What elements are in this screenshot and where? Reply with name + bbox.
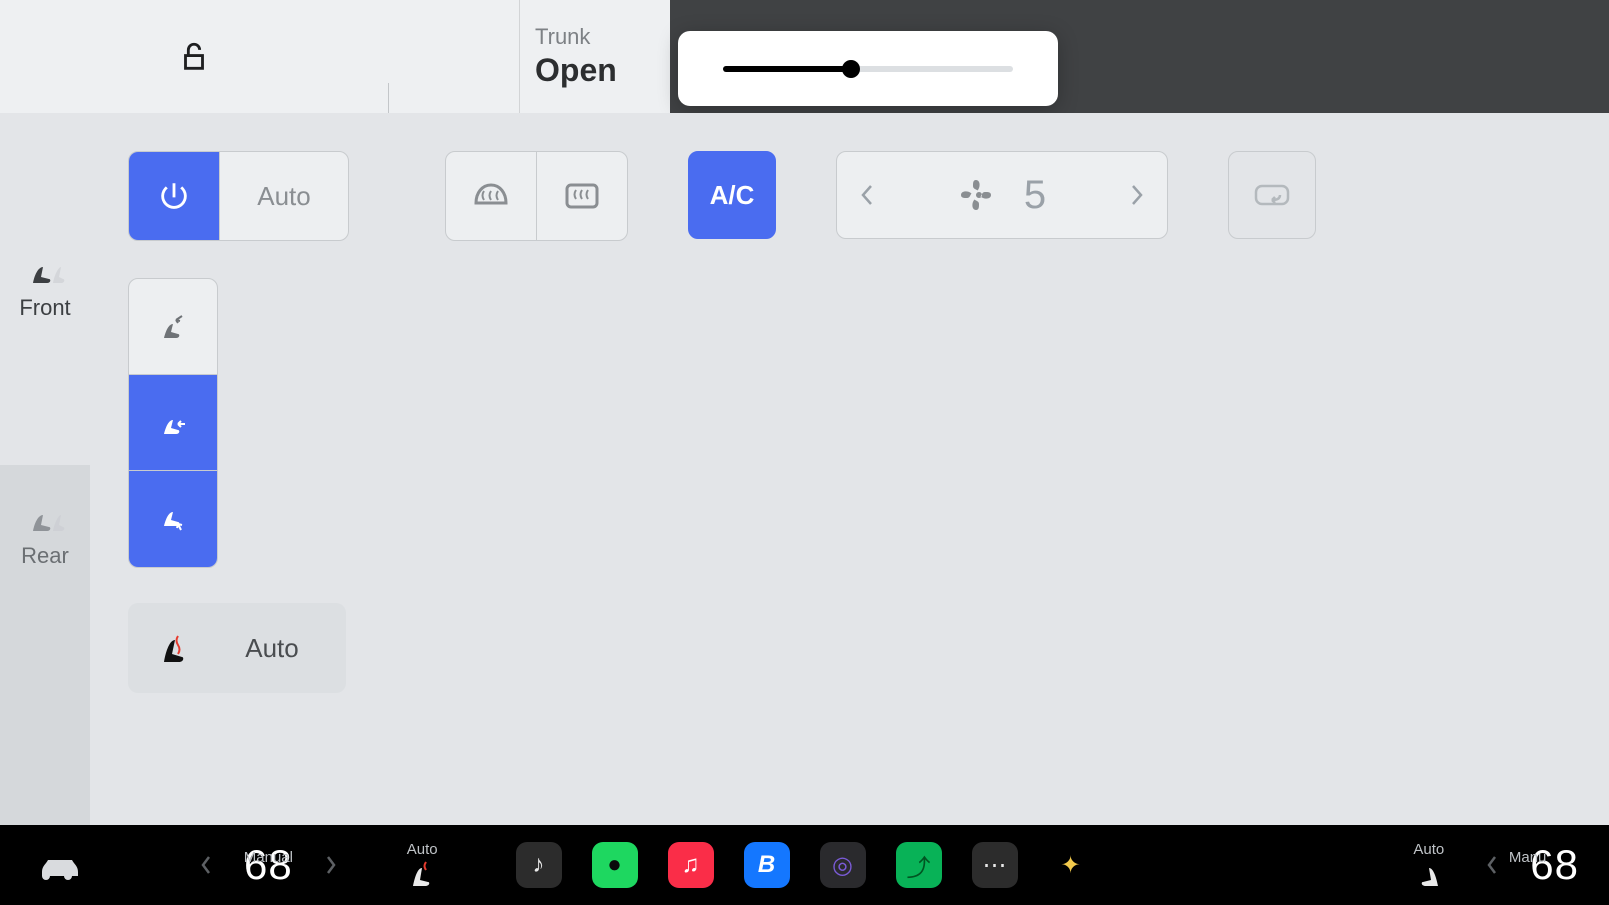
defrost-rear-button[interactable] (537, 152, 627, 240)
seat-heat-icon (409, 858, 435, 890)
seat-icon (1416, 858, 1442, 890)
defrost-front-icon (472, 179, 510, 213)
top-bar: Trunk Open (0, 0, 1609, 113)
climate-toolbar: Auto A/C (128, 151, 1609, 241)
app-bluetooth[interactable]: B (744, 842, 790, 888)
zone-rear-tab[interactable]: Rear (0, 465, 90, 825)
trunk-value: Open (535, 52, 649, 89)
center-screen-illustration (1000, 438, 1300, 638)
zone-front-label: Front (19, 295, 70, 321)
trunk-label: Trunk (535, 24, 649, 50)
app-home[interactable]: ✦ (1048, 842, 1094, 888)
app-camera[interactable]: ◎ (820, 842, 866, 888)
divider (388, 83, 389, 113)
chevron-left-icon (860, 184, 874, 206)
volume-fill (723, 66, 851, 72)
app-more[interactable]: ⋯ (972, 842, 1018, 888)
airflow-feet-icon (156, 504, 190, 534)
app-spotify[interactable]: ● (592, 842, 638, 888)
chevron-right-icon (325, 855, 337, 875)
passenger-seat-heat-mode: Auto (1413, 841, 1444, 858)
top-bar-left: Trunk Open (0, 0, 670, 113)
volume-thumb[interactable] (842, 60, 860, 78)
airflow-body-button[interactable] (129, 375, 217, 471)
driver-temp-mode: Manual (244, 849, 293, 866)
trunk-button[interactable]: Trunk Open (519, 0, 649, 113)
driver-temp-up-button[interactable] (315, 845, 347, 885)
chevron-left-icon (200, 855, 212, 875)
zone-front-tab[interactable]: Front (0, 233, 90, 345)
seat-front-icon (25, 257, 65, 287)
driver-seat-heat-button[interactable]: Auto (407, 841, 438, 890)
recirculate-icon (1252, 180, 1292, 210)
fan-speed-control: 5 (836, 151, 1168, 239)
climate-content: T Auto (90, 113, 1609, 825)
passenger-temp-down-button[interactable] (1476, 845, 1508, 885)
fan-icon (958, 177, 994, 213)
defrost-rear-icon (564, 181, 600, 211)
app-tray: ♪ ● ♫ B ◎ ⤴ ⋯ ✦ (516, 842, 1094, 888)
climate-panel: Front Rear T Auto (0, 113, 1609, 825)
driver-temp-down-button[interactable] (190, 845, 222, 885)
chevron-left-icon (1486, 855, 1498, 875)
car-icon (36, 850, 84, 880)
unlock-icon (177, 40, 211, 74)
steering-wheel: T (650, 423, 960, 733)
passenger-seat-heat-button[interactable]: Auto (1413, 841, 1444, 890)
power-icon (157, 179, 191, 213)
climate-auto-button[interactable]: Auto (220, 152, 348, 240)
car-menu-button[interactable] (30, 850, 90, 880)
zone-rear-label: Rear (21, 543, 69, 569)
driver-seat-heat-mode: Auto (407, 841, 438, 858)
bottom-dock: Manual 68 Auto ♪●♫B◎⤴⋯✦ Auto Manu (0, 825, 1609, 905)
seat-heat-icon (158, 630, 188, 666)
seat-heater-auto-button[interactable]: Auto (128, 603, 346, 693)
app-stocks[interactable]: ⤴ (896, 842, 942, 888)
interior-illustration: T (230, 233, 1609, 825)
lock-button[interactable] (0, 0, 388, 113)
airflow-face-icon (156, 312, 190, 342)
power-auto-group: Auto (128, 151, 349, 241)
fan-decrease-button[interactable] (837, 184, 897, 206)
tesla-logo: T (796, 532, 813, 558)
fan-speed-value: 5 (1024, 173, 1046, 218)
airflow-body-icon (156, 408, 190, 438)
defrost-front-button[interactable] (446, 152, 536, 240)
seat-rear-icon (25, 505, 65, 535)
zone-sidebar: Front Rear (0, 113, 90, 825)
airflow-face-button[interactable] (129, 279, 217, 375)
defrost-group (445, 151, 628, 241)
volume-slider[interactable] (723, 66, 1013, 72)
recirculate-button[interactable] (1228, 151, 1316, 239)
app-applemusic[interactable]: ♫ (668, 842, 714, 888)
chevron-right-icon (1130, 184, 1144, 206)
power-button[interactable] (129, 152, 219, 240)
app-music[interactable]: ♪ (516, 842, 562, 888)
airflow-feet-button[interactable] (129, 471, 217, 567)
fan-increase-button[interactable] (1107, 184, 1167, 206)
volume-popup (678, 31, 1058, 106)
airflow-direction-group (128, 278, 218, 568)
passenger-temp-mode: Manu (1509, 849, 1547, 866)
ac-button[interactable]: A/C (688, 151, 776, 239)
seat-heater-auto-label: Auto (218, 633, 346, 664)
